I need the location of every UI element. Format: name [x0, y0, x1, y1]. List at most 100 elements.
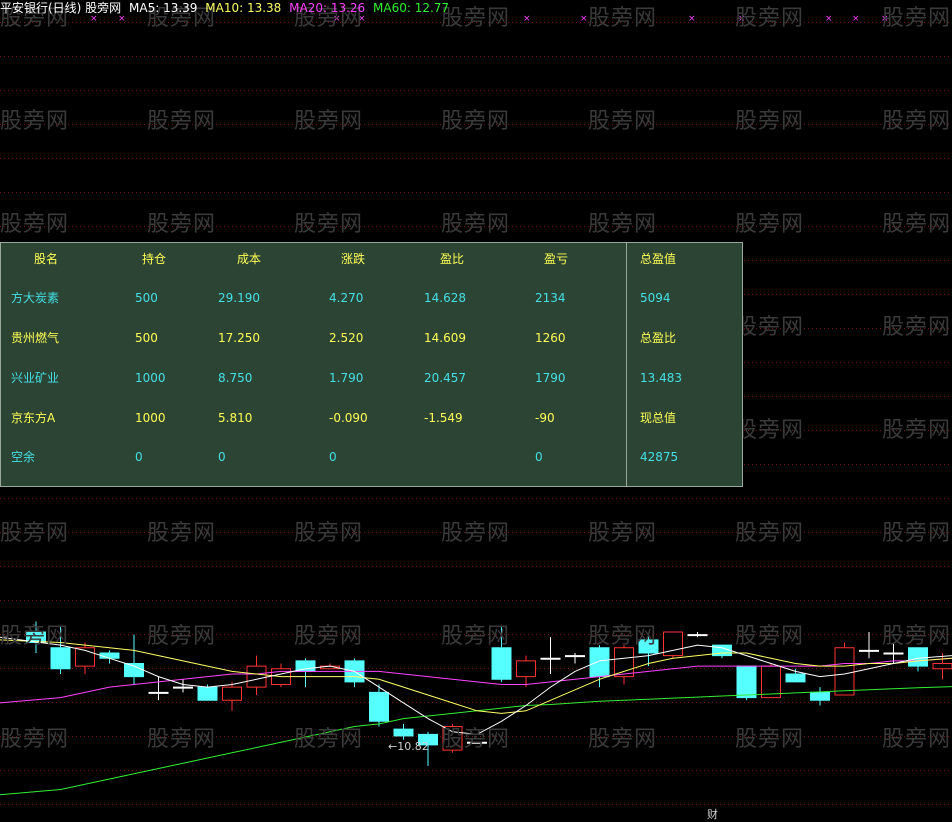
candle-body: [370, 692, 389, 721]
candle-body: [786, 674, 805, 682]
ma5-readout: MA5: 13.39: [129, 1, 197, 15]
watermark-text: 股旁网: [441, 721, 510, 753]
row-cost: 29.190: [218, 291, 260, 305]
watermark-text: 股旁网: [441, 103, 510, 135]
header-ratio: 盈比: [440, 252, 464, 266]
watermark-text: 股旁网: [735, 0, 804, 32]
candle-body: [492, 648, 511, 680]
moving-average-lines: [0, 637, 952, 795]
signal-marker: ×: [90, 14, 98, 24]
signal-marker: ×: [523, 14, 531, 24]
candle-body: [737, 666, 756, 698]
candle-body: [517, 661, 536, 677]
candle: [394, 724, 413, 740]
row-pnl: 0: [535, 450, 543, 464]
row-ratio: 14.628: [424, 291, 466, 305]
header-name: 股名: [34, 252, 58, 266]
watermark-text: 股旁网: [588, 0, 657, 32]
watermark-text: 股旁网: [882, 0, 951, 32]
signal-marker: ×: [118, 14, 126, 24]
signal-marker: ×: [688, 14, 696, 24]
watermark-text: 股旁网: [882, 103, 951, 135]
candle-body: [100, 653, 119, 658]
watermark-text: 股旁网: [735, 103, 804, 135]
candle-body: [688, 635, 707, 636]
watermark-text: 股旁网: [735, 515, 804, 547]
watermark-text: 股旁网: [735, 309, 804, 341]
signal-marker: ×: [852, 14, 860, 24]
candle: [541, 637, 560, 674]
candle-body: [933, 664, 952, 669]
watermark-text: 股旁网: [588, 515, 657, 547]
candle-body: [590, 648, 609, 677]
candle-body: [223, 687, 242, 700]
ma10-readout: MA10: 13.38: [205, 1, 281, 15]
header-cost: 成本: [237, 252, 261, 266]
summary-value-total-profit: 5094: [640, 291, 671, 305]
watermark-text: 股旁网: [147, 206, 216, 238]
watermark-text: 股旁网: [735, 412, 804, 444]
signal-marker: ×: [580, 14, 588, 24]
candle: [566, 653, 585, 664]
candle: [590, 645, 609, 687]
candle: [664, 632, 683, 658]
row-ratio: 20.457: [424, 371, 466, 385]
candle: [517, 656, 536, 688]
candle-body: [909, 648, 928, 666]
row-pnl: 1790: [535, 371, 566, 385]
watermark-text: 股旁网: [882, 412, 951, 444]
watermark-text: 股旁网: [882, 309, 951, 341]
watermark-text: 股旁网: [882, 206, 951, 238]
candle-body: [125, 664, 144, 677]
watermark-text: 股旁网: [0, 618, 69, 650]
watermark-text: 股旁网: [882, 618, 951, 650]
watermark-text: 股旁网: [147, 515, 216, 547]
watermark-text: 股旁网: [441, 618, 510, 650]
candle-body: [394, 729, 413, 736]
row-position: 0: [135, 450, 143, 464]
summary-label-total-ratio: 总盈比: [640, 331, 676, 345]
candle-body: [174, 687, 193, 688]
chart-header: 平安银行(日线) 股旁网 MA5: 13.39 MA10: 13.38 MA20…: [0, 1, 453, 15]
candle: [223, 682, 242, 711]
signal-marker: ×: [825, 14, 833, 24]
row-change: 0: [329, 450, 337, 464]
bottom-axis-label: 财: [707, 806, 718, 822]
row-position: 1000: [135, 371, 166, 385]
row-change: 1.790: [329, 371, 363, 385]
summary-label-current-total: 现总值: [640, 411, 676, 425]
row-pnl: 1260: [535, 331, 566, 345]
candle-body: [860, 650, 879, 651]
candle-body: [762, 666, 781, 698]
candle: [345, 658, 364, 687]
candle: [688, 632, 707, 637]
candle-body: [51, 648, 70, 669]
row-ratio: 14.609: [424, 331, 466, 345]
header-change: 涨跌: [341, 252, 365, 266]
row-cost: 0: [218, 450, 226, 464]
watermark-text: 股旁网: [147, 618, 216, 650]
summary-value-total-ratio: 13.483: [640, 371, 682, 385]
row-name: 贵州燃气: [11, 331, 59, 345]
candle-body: [884, 653, 903, 654]
candle-body: [149, 692, 168, 693]
watermark-text: 股旁网: [588, 206, 657, 238]
row-name: 方大炭素: [11, 291, 59, 305]
header-pnl: 盈亏: [544, 252, 568, 266]
low-price-label: 10.82: [397, 740, 429, 753]
candle: [296, 658, 315, 687]
watermark-text: 股旁网: [441, 206, 510, 238]
candle: [174, 679, 193, 692]
row-position: 1000: [135, 411, 166, 425]
candle-body: [198, 687, 217, 700]
watermark-text: 股旁网: [735, 618, 804, 650]
candle: [762, 664, 781, 698]
watermark-text: 股旁网: [294, 206, 363, 238]
row-cost: 5.810: [218, 411, 252, 425]
candle-body: [541, 658, 560, 659]
watermark-text: 股旁网: [735, 206, 804, 238]
row-cost: 17.250: [218, 331, 260, 345]
candle-body: [835, 648, 854, 695]
row-cost: 8.750: [218, 371, 252, 385]
row-change: 4.270: [329, 291, 363, 305]
